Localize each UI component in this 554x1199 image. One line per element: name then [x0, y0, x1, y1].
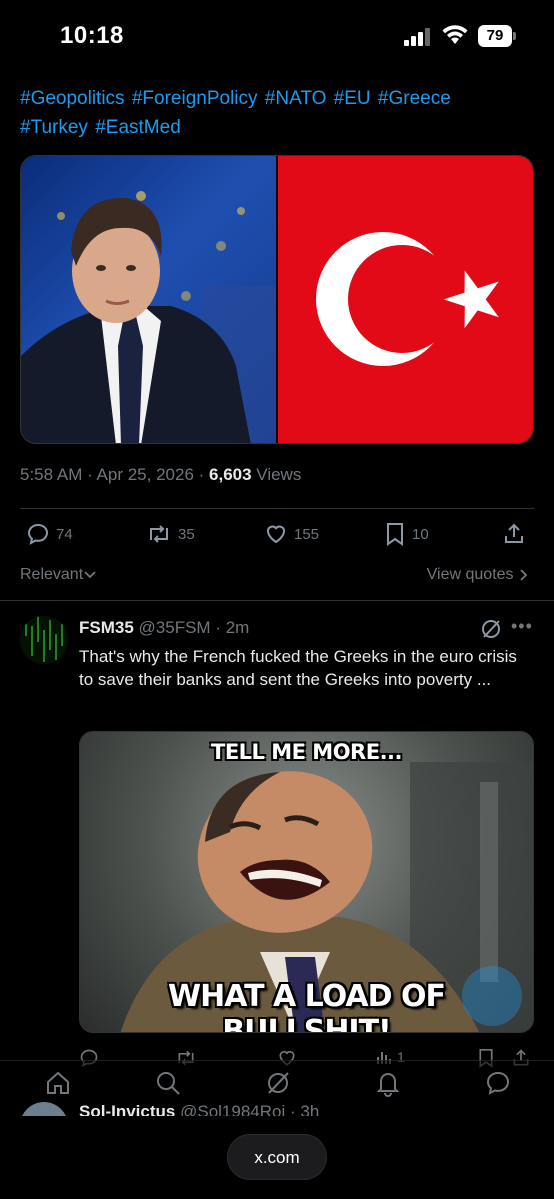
hashtag-link[interactable]: #EU: [334, 88, 371, 109]
like-count: 155: [294, 525, 320, 543]
post-hashtags: #Geopolitics #ForeignPolicy #NATO #EU #G…: [20, 84, 520, 142]
portrait-photo[interactable]: [21, 156, 276, 443]
browser-url-pill[interactable]: x.com: [227, 1134, 327, 1180]
share-icon: [505, 523, 523, 543]
more-options-icon[interactable]: •••: [511, 616, 533, 637]
hashtag-link[interactable]: #Turkey: [20, 117, 88, 138]
reply-author-handle[interactable]: @35FSM: [139, 618, 211, 637]
hashtag-link[interactable]: #Geopolitics: [20, 88, 125, 109]
hashtag-link[interactable]: #ForeignPolicy: [132, 88, 258, 109]
post-timestamp[interactable]: 5:58 AM · Apr 25, 2026 ·: [20, 465, 209, 484]
meme-top-caption: TELL ME MORE...: [211, 740, 403, 764]
repost-button[interactable]: 35: [146, 522, 195, 546]
reply-age: · 2m: [215, 618, 250, 637]
heart-icon: [266, 525, 286, 544]
next-reply-peek[interactable]: Sol-Invictus @Sol1984Roi · 3h: [0, 1100, 554, 1116]
view-quotes-label: View quotes: [426, 566, 514, 583]
hashtag-link[interactable]: #EastMed: [95, 117, 181, 138]
post-action-bar: 74 35 155 10: [20, 522, 534, 554]
grok-icon[interactable]: [480, 618, 502, 640]
post-views-count: 6,603: [209, 465, 252, 484]
reply-count: 74: [56, 525, 73, 543]
post-media[interactable]: [20, 155, 534, 444]
home-icon[interactable]: [44, 1069, 72, 1097]
chevron-right-icon: [520, 569, 528, 581]
portrait-illustration: [21, 191, 276, 443]
repost-count: 35: [178, 525, 195, 543]
hashtag-link[interactable]: #NATO: [265, 88, 327, 109]
post-meta: 5:58 AM · Apr 25, 2026 · 6,603 Views: [20, 465, 301, 485]
matrix-avatar-image: [20, 616, 68, 664]
bookmark-button[interactable]: 10: [384, 522, 429, 546]
share-button[interactable]: [502, 522, 526, 546]
reply-sort-dropdown[interactable]: Relevant: [20, 566, 97, 584]
avatar[interactable]: [20, 1102, 68, 1116]
post-views-label: Views: [251, 465, 302, 484]
crescent-star-icon: [316, 232, 499, 366]
reply-text: That's why the French fucked the Greeks …: [79, 647, 517, 689]
grok-tab-icon[interactable]: [264, 1069, 292, 1097]
like-button[interactable]: 155: [264, 522, 319, 546]
repost-icon: [150, 525, 168, 543]
reply-media-meme[interactable]: TELL ME MORE... WHAT A LOAD OF BULLSHIT!: [79, 731, 534, 1033]
divider: [0, 600, 554, 601]
battery-icon: 79: [478, 25, 516, 47]
avatar[interactable]: [20, 616, 68, 664]
view-quotes-link[interactable]: View quotes: [427, 566, 528, 584]
hashtag-link[interactable]: #Greece: [378, 88, 451, 109]
reply-sort-label: Relevant: [20, 566, 84, 583]
reply-author-name[interactable]: FSM35: [79, 618, 134, 637]
status-time: 10:18: [60, 22, 124, 49]
meme-bottom-caption: WHAT A LOAD OF BULLSHIT!: [168, 979, 446, 1033]
chevron-down-icon: [84, 571, 96, 579]
reply-header: FSM35 @35FSM · 2m: [79, 618, 249, 638]
cellular-signal-icon: [404, 28, 430, 46]
search-icon[interactable]: [154, 1069, 182, 1097]
reply-button[interactable]: 74: [26, 522, 73, 546]
messages-icon[interactable]: [484, 1069, 512, 1097]
status-bar: 10:18 79: [0, 0, 554, 72]
divider: [20, 508, 534, 509]
next-reply-author-name[interactable]: Sol-Invictus: [79, 1102, 175, 1116]
notifications-icon[interactable]: [374, 1069, 402, 1097]
reply-icon: [27, 523, 49, 545]
bookmark-icon: [387, 523, 403, 546]
next-reply-author-handle[interactable]: @Sol1984Roi: [180, 1102, 285, 1116]
battery-level: 79: [478, 25, 512, 47]
turkish-flag-image[interactable]: [276, 156, 533, 443]
wifi-icon: [442, 25, 468, 44]
next-reply-age: · 3h: [289, 1102, 320, 1116]
next-reply-header: Sol-Invictus @Sol1984Roi · 3h: [79, 1102, 319, 1116]
bookmark-count: 10: [412, 525, 429, 543]
